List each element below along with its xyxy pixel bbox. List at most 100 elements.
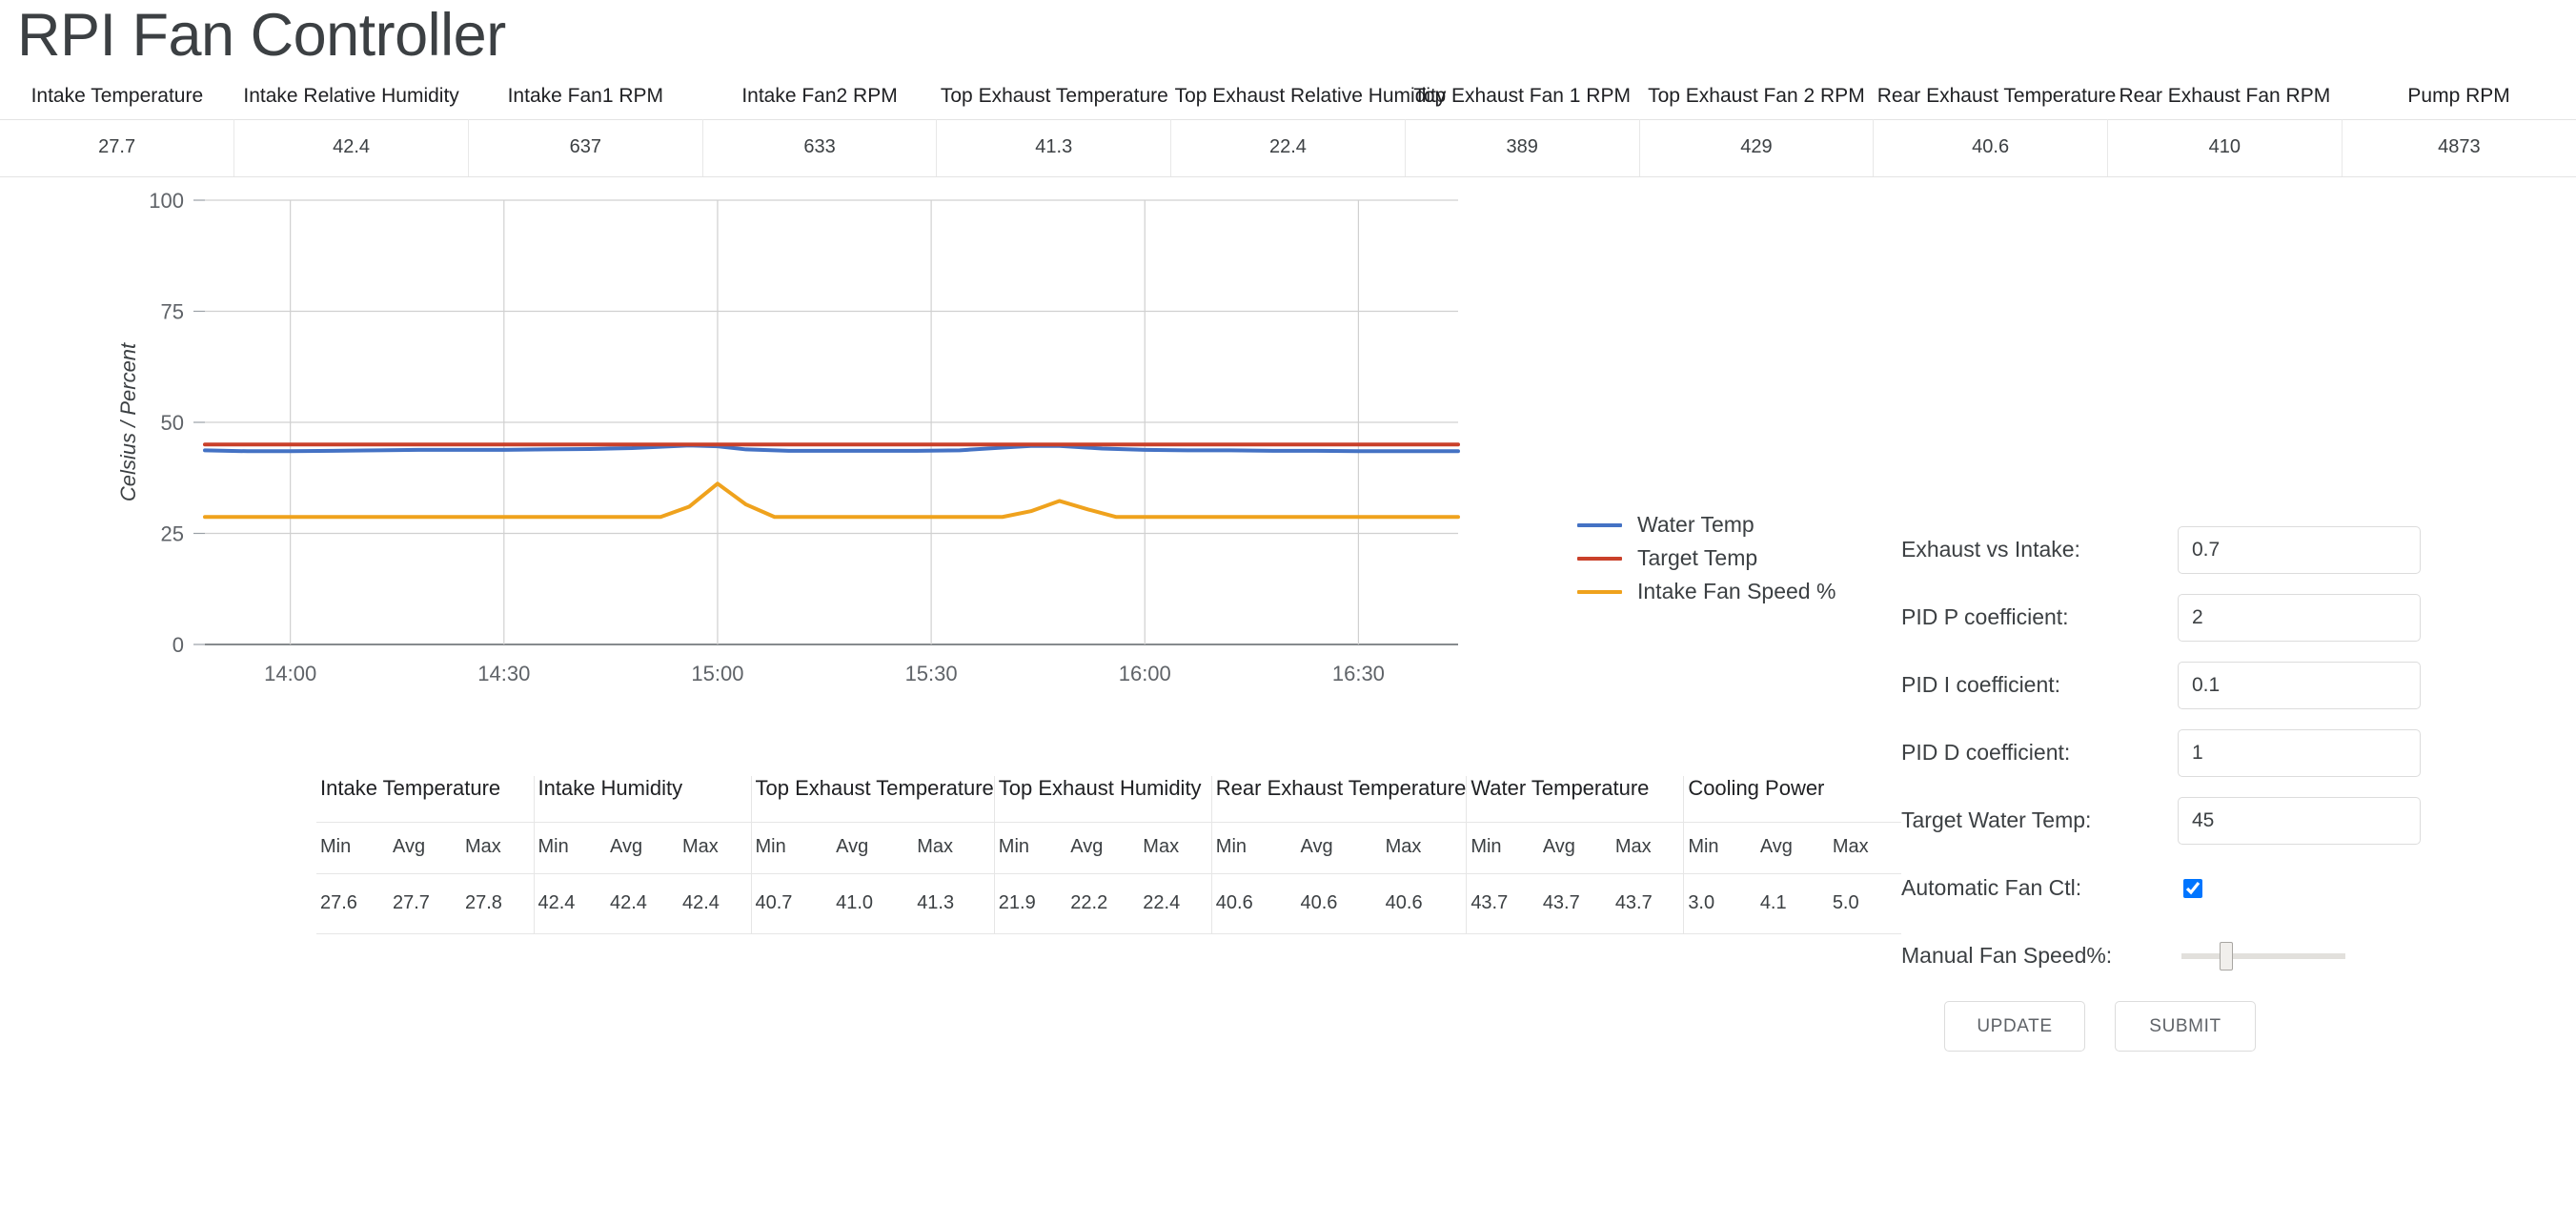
svg-text:Celsius / Percent: Celsius / Percent [116,342,140,501]
statistics-region: Intake TemperatureIntake HumidityTop Exh… [0,776,2576,986]
timeseries-chart: 025507510014:0014:3015:0015:3016:0016:30… [114,187,1601,759]
update-button[interactable]: UPDATE [1944,1001,2085,1052]
pid-p-coefficient-row: PID P coefficient: [1901,583,2435,651]
stats-sub-header-5-0: Min [1467,823,1539,874]
stats-value-5-0: 43.7 [1467,874,1539,934]
legend-label: Target Temp [1637,545,1757,571]
sensor-header-6: Top Exhaust Fan 1 RPM [1405,79,1639,120]
chart-legend: Water Temp Target Temp Intake Fan Speed % [1577,508,1863,608]
svg-text:15:30: 15:30 [905,662,958,685]
stats-sub-header-0-2: Max [461,823,534,874]
stats-value-4-2: 40.6 [1382,874,1467,934]
svg-text:50: 50 [161,411,184,435]
stats-value-3-2: 22.4 [1139,874,1211,934]
stats-value-4-1: 40.6 [1296,874,1381,934]
page-title: RPI Fan Controller [0,0,2576,66]
chart-canvas: 025507510014:0014:3015:0015:3016:0016:30… [114,187,1601,759]
sensor-header-7: Top Exhaust Fan 2 RPM [1639,79,1874,120]
stats-group-header-4: Rear Exhaust Temperature [1211,776,1467,823]
svg-text:14:00: 14:00 [264,662,316,685]
stats-group-header-5: Water Temperature [1467,776,1684,823]
stats-sub-header-1-2: Max [679,823,751,874]
sensor-value-8: 40.6 [1874,120,2108,177]
sensor-header-5: Top Exhaust Relative Humidity [1171,79,1406,120]
controls-button-row: UPDATE SUBMIT [1944,1001,2435,1052]
stats-sub-header-0-1: Avg [389,823,461,874]
stats-value-5-1: 43.7 [1539,874,1612,934]
stats-group-header-row: Intake TemperatureIntake HumidityTop Exh… [316,776,1901,823]
stats-value-6-1: 4.1 [1756,874,1829,934]
exhaust-vs-intake-input[interactable] [2178,526,2421,574]
sensor-header-0: Intake Temperature [0,79,234,120]
pid-i-coefficient-row: PID I coefficient: [1901,651,2435,719]
legend-item-0[interactable]: Water Temp [1577,508,1863,541]
stats-value-1-0: 42.4 [534,874,606,934]
stats-value-0-0: 27.6 [316,874,389,934]
stats-sub-header-6-0: Min [1684,823,1756,874]
pid-d-coefficient-input[interactable] [2178,729,2421,777]
stats-sub-header-2-0: Min [751,823,832,874]
stats-sub-header-5-1: Avg [1539,823,1612,874]
stats-group-header-2: Top Exhaust Temperature [751,776,994,823]
sensor-value-0: 27.7 [0,120,234,177]
pid-i-coefficient-input[interactable] [2178,662,2421,709]
svg-text:100: 100 [149,189,184,213]
svg-text:0: 0 [172,633,184,657]
stats-group-header-3: Top Exhaust Humidity [994,776,1211,823]
sensor-value-4: 41.3 [937,120,1171,177]
sensor-header-10: Pump RPM [2342,79,2576,120]
svg-text:14:30: 14:30 [477,662,530,685]
sensor-value-2: 637 [468,120,702,177]
stats-sub-header-6-2: Max [1829,823,1901,874]
stats-sub-header-0-0: Min [316,823,389,874]
sensor-header-8: Rear Exhaust Temperature [1874,79,2108,120]
stats-value-6-2: 5.0 [1829,874,1901,934]
sensor-header-4: Top Exhaust Temperature [937,79,1171,120]
pid-i-coefficient-label: PID I coefficient: [1901,672,2178,698]
legend-label: Intake Fan Speed % [1637,579,1836,604]
chart-and-controls-region: 025507510014:0014:3015:0015:3016:0016:30… [0,177,2576,768]
sensor-value-7: 429 [1639,120,1874,177]
stats-value-1-2: 42.4 [679,874,751,934]
stats-value-2-2: 41.3 [913,874,994,934]
stats-group-header-1: Intake Humidity [534,776,751,823]
sensor-header-9: Rear Exhaust Fan RPM [2107,79,2342,120]
stats-value-2-0: 40.7 [751,874,832,934]
submit-button[interactable]: SUBMIT [2115,1001,2256,1052]
exhaust-vs-intake-row: Exhaust vs Intake: [1901,516,2435,583]
stats-value-0-2: 27.8 [461,874,534,934]
stats-sub-header-2-2: Max [913,823,994,874]
stats-sub-header-4-0: Min [1211,823,1296,874]
sensor-value-6: 389 [1405,120,1639,177]
stats-value-3-1: 22.2 [1066,874,1139,934]
pid-p-coefficient-input[interactable] [2178,594,2421,642]
stats-group-header-0: Intake Temperature [316,776,534,823]
legend-item-2[interactable]: Intake Fan Speed % [1577,575,1863,608]
sensor-readings-table: Intake TemperatureIntake Relative Humidi… [0,79,2576,177]
sensor-header-2: Intake Fan1 RPM [468,79,702,120]
statistics-table: Intake TemperatureIntake HumidityTop Exh… [316,776,1901,934]
legend-swatch-icon [1577,557,1622,561]
svg-text:16:30: 16:30 [1332,662,1385,685]
stats-value-0-1: 27.7 [389,874,461,934]
stats-value-2-1: 41.0 [832,874,913,934]
pid-d-coefficient-label: PID D coefficient: [1901,740,2178,766]
stats-sub-header-5-2: Max [1612,823,1684,874]
stats-sub-header-6-1: Avg [1756,823,1829,874]
stats-value-1-1: 42.4 [606,874,679,934]
legend-item-1[interactable]: Target Temp [1577,541,1863,575]
sensor-value-3: 633 [702,120,937,177]
stats-sub-header-1-0: Min [534,823,606,874]
stats-value-row: 27.627.727.842.442.442.440.741.041.321.9… [316,874,1901,934]
stats-sub-header-3-0: Min [994,823,1066,874]
legend-swatch-icon [1577,523,1622,527]
exhaust-vs-intake-label: Exhaust vs Intake: [1901,537,2178,562]
sensor-value-5: 22.4 [1171,120,1406,177]
stats-value-5-2: 43.7 [1612,874,1684,934]
legend-swatch-icon [1577,590,1622,594]
svg-text:16:00: 16:00 [1119,662,1171,685]
svg-text:15:00: 15:00 [691,662,743,685]
stats-sub-header-2-1: Avg [832,823,913,874]
stats-sub-header-row: MinAvgMaxMinAvgMaxMinAvgMaxMinAvgMaxMinA… [316,823,1901,874]
stats-value-4-0: 40.6 [1211,874,1296,934]
